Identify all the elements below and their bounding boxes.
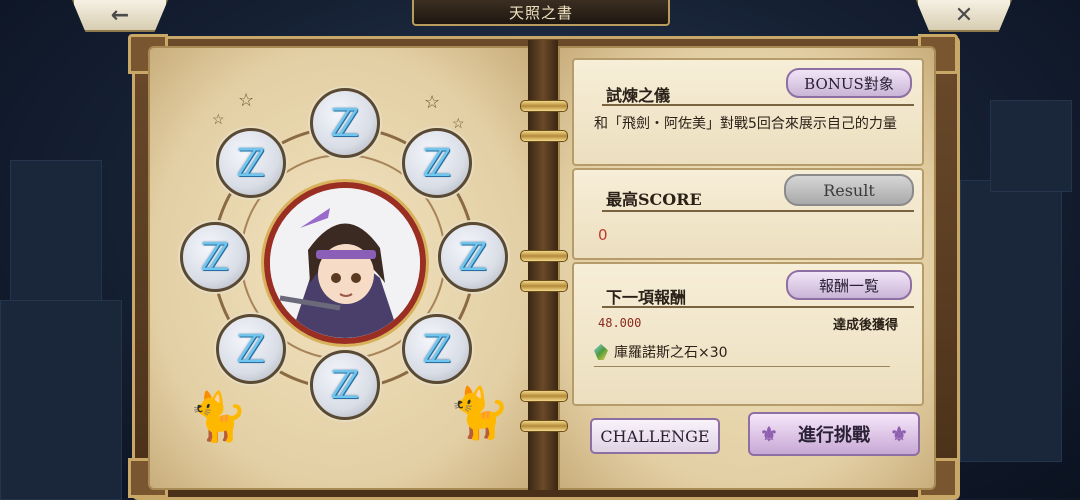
reward-item-row: 庫羅諾斯之石×30	[594, 340, 894, 364]
challenge-button[interactable]: CHALLENGE	[590, 418, 720, 454]
trial-description: 和「飛劍・阿佐美」對戰5回合來展示自己的力量	[594, 116, 897, 132]
rune-medallion: ℤ	[402, 128, 472, 198]
cat-silhouette-icon: 🐈	[448, 384, 511, 442]
rune-medallion: ℤ	[216, 314, 286, 384]
binder-ring	[520, 420, 568, 432]
result-button[interactable]: Result	[784, 174, 914, 206]
bg-building	[0, 300, 122, 500]
arrow-left-icon: ←	[110, 2, 130, 28]
reward-list-button[interactable]: 報酬一覧	[786, 270, 912, 300]
crystal-stone-icon	[594, 344, 608, 360]
star-icon: ☆	[424, 92, 441, 113]
close-button[interactable]: ✕	[916, 0, 1012, 32]
score-divider	[602, 210, 914, 212]
score-panel: 最高SCORE Result 0	[572, 168, 924, 260]
star-icon: ☆	[212, 112, 225, 128]
binder-ring	[520, 100, 568, 112]
bg-building	[990, 100, 1072, 192]
score-title: 最高SCORE	[606, 190, 702, 209]
reward-item-divider	[594, 366, 890, 367]
binder-ring	[520, 130, 568, 142]
trial-panel: 試煉之儀 BONUS對象 和「飛劍・阿佐美」對戰5回合來展示自己的力量	[572, 58, 924, 166]
reward-condition: 達成後獲得	[832, 318, 898, 333]
reward-item-label: 庫羅諾斯之石×30	[614, 345, 728, 361]
fleur-icon: ⚜	[760, 422, 778, 446]
back-button[interactable]: ←	[72, 0, 168, 32]
rune-medallion: ℤ	[310, 350, 380, 420]
fleur-icon: ⚜	[890, 422, 908, 446]
binder-ring	[520, 280, 568, 292]
cat-silhouette-icon: 🐈	[188, 389, 248, 445]
star-icon: ☆	[452, 116, 465, 132]
trial-title: 試煉之儀	[606, 86, 671, 105]
bg-building	[960, 180, 1062, 462]
reward-divider	[602, 306, 914, 308]
start-challenge-label: 進行挑戰	[798, 425, 870, 446]
character-portrait-icon	[264, 182, 426, 344]
rune-medallion: ℤ	[216, 128, 286, 198]
star-icon: ☆	[238, 90, 255, 111]
close-icon: ✕	[954, 2, 974, 28]
rune-medallion: ℤ	[310, 88, 380, 158]
rune-medallion: ℤ	[438, 222, 508, 292]
rune-medallion: ℤ	[180, 222, 250, 292]
page-title: 天照之書	[412, 0, 670, 26]
reward-panel: 下一項報酬 報酬一覧 48.000 達成後獲得 庫羅諾斯之石×30	[572, 262, 924, 406]
reward-threshold: 48.000	[598, 316, 642, 330]
bonus-button[interactable]: BONUS對象	[786, 68, 912, 98]
trial-divider	[602, 104, 914, 106]
binder-ring	[520, 250, 568, 262]
score-value: 0	[598, 226, 608, 244]
rune-medallion: ℤ	[402, 314, 472, 384]
reward-title: 下一項報酬	[606, 288, 687, 307]
binder-ring	[520, 390, 568, 402]
start-challenge-button[interactable]: ⚜ 進行挑戰 ⚜	[748, 412, 920, 456]
